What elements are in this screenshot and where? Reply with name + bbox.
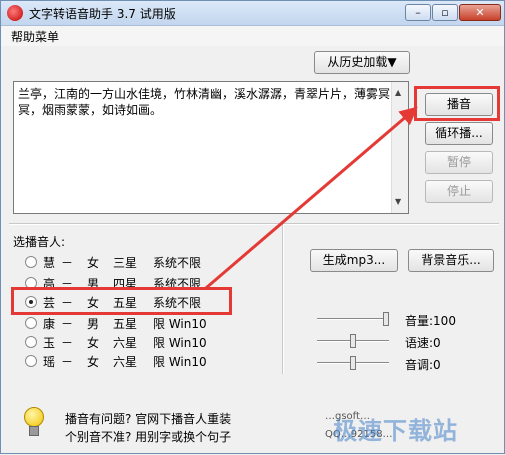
speed-label: 语速:0 <box>405 336 441 350</box>
annotation-arrow <box>205 106 418 290</box>
speed-slider[interactable] <box>317 333 389 349</box>
speed-slider-thumb[interactable] <box>350 334 356 348</box>
volume-slider[interactable] <box>317 311 389 327</box>
help-text-line2: 个别音不准? 用别字或换个句子 <box>65 430 232 444</box>
volume-label: 音量:100 <box>405 314 456 328</box>
app-window: 文字转语音助手 3.7 试用版 – ▫ ✕ 帮助菜单 从历史加载▼ 兰亭，江南的… <box>0 0 505 454</box>
generate-mp3-button[interactable]: 生成mp3... <box>310 249 398 272</box>
help-text-line1: 播音有问题? 官网下播音人重装 <box>65 412 232 426</box>
lightbulb-icon <box>23 407 44 437</box>
pitch-slider[interactable] <box>317 355 389 371</box>
volume-slider-thumb[interactable] <box>383 312 389 326</box>
watermark: 极速下载站 <box>333 417 458 445</box>
pitch-slider-thumb[interactable] <box>350 356 356 370</box>
pitch-label: 音调:0 <box>405 358 441 372</box>
background-music-button[interactable]: 背景音乐... <box>408 249 494 272</box>
